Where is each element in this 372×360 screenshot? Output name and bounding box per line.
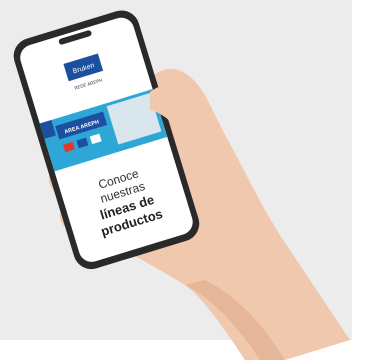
phone-in-hand-scene: Bruken REDE AREPH AREA AREPH Conoce nues… xyxy=(13,10,350,360)
